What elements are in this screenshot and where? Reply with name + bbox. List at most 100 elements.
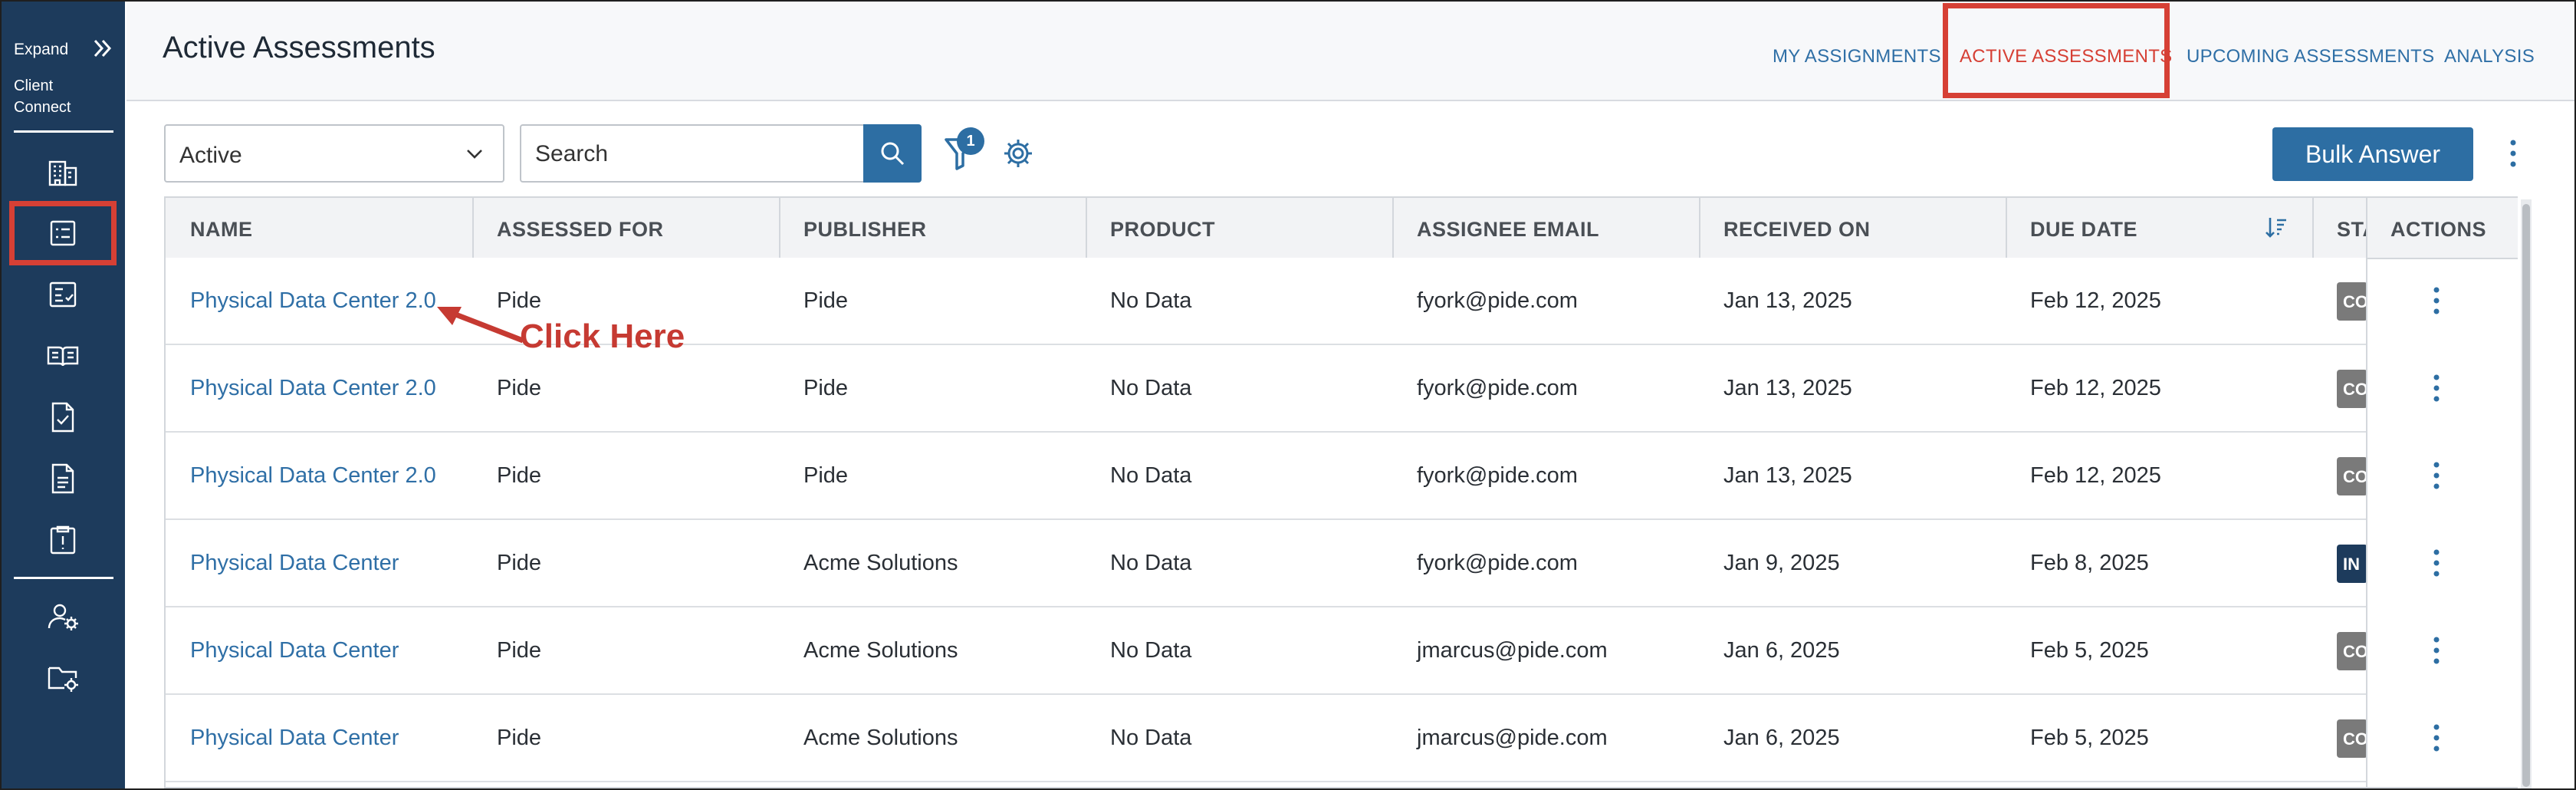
search-field[interactable]: [520, 124, 865, 183]
checklist-icon[interactable]: [40, 272, 86, 318]
book-icon[interactable]: [40, 333, 86, 379]
received-on-cell: Jan 13, 2025: [1723, 288, 1852, 313]
alert-document-icon[interactable]: [40, 517, 86, 563]
status-badge: CO: [2337, 457, 2367, 495]
search-icon: [881, 142, 905, 166]
assessment-name-link[interactable]: Physical Data Center 2.0: [190, 288, 436, 314]
gear-icon[interactable]: [1001, 137, 1035, 170]
received-on-cell: Jan 9, 2025: [1723, 551, 1840, 575]
col-product[interactable]: PRODUCT: [1110, 218, 1215, 242]
assignee-email-cell: fyork@pide.com: [1417, 551, 1578, 575]
due-date-cell: Feb 12, 2025: [2030, 376, 2161, 400]
received-on-cell: Jan 13, 2025: [1723, 463, 1852, 488]
expand-label: Expand: [14, 41, 69, 58]
page-title: Active Assessments: [163, 31, 435, 64]
col-assessed-for[interactable]: ASSESSED FOR: [497, 218, 664, 242]
row-actions-icon[interactable]: [2429, 721, 2444, 755]
vertical-scrollbar[interactable]: [2521, 199, 2532, 788]
publisher-cell: Pide: [803, 288, 849, 313]
scrollbar-thumb[interactable]: [2522, 204, 2530, 787]
search-input[interactable]: [534, 140, 851, 169]
received-on-cell: Jan 6, 2025: [1723, 638, 1840, 663]
assessment-name-link[interactable]: Physical Data Center 2.0: [190, 463, 436, 489]
expand-button[interactable]: Expand: [14, 37, 121, 63]
bulk-answer-button[interactable]: Bulk Answer: [2272, 127, 2473, 181]
status-filter-value: Active: [179, 143, 242, 168]
col-publisher[interactable]: PUBLISHER: [803, 218, 927, 242]
publisher-cell: Acme Solutions: [803, 726, 958, 750]
assessment-list-icon[interactable]: [40, 210, 86, 256]
client-connect-label: Client Connect: [14, 77, 71, 116]
col-received-on[interactable]: RECEIVED ON: [1723, 218, 1871, 242]
assessments-table: NAME ASSESSED FOR PUBLISHER PRODUCT ASSI…: [164, 196, 2518, 788]
due-date-cell: Feb 5, 2025: [2030, 726, 2149, 750]
assignee-email-cell: jmarcus@pide.com: [1417, 638, 1608, 663]
assignee-email-cell: fyork@pide.com: [1417, 288, 1578, 313]
column-divider: [1699, 198, 1700, 258]
assessment-name-link[interactable]: Physical Data Center: [190, 726, 399, 751]
status-badge: CO: [2337, 370, 2367, 408]
sidebar-divider: [14, 130, 113, 133]
assignee-email-cell: jmarcus@pide.com: [1417, 726, 1608, 750]
col-name[interactable]: NAME: [190, 218, 253, 242]
col-assignee-email[interactable]: ASSIGNEE EMAIL: [1417, 218, 1599, 242]
annotation-label: Click Here: [520, 318, 685, 355]
publisher-cell: Acme Solutions: [803, 638, 958, 663]
assessment-name-link[interactable]: Physical Data Center: [190, 638, 399, 663]
more-options-icon[interactable]: [2504, 137, 2522, 170]
search-button[interactable]: [863, 124, 922, 183]
sidebar-divider-2: [14, 577, 113, 579]
publisher-cell: Pide: [803, 376, 849, 400]
table-row[interactable]: Physical Data Center 2.0 Pide Pide No Da…: [166, 433, 2516, 520]
tab-my-assignments[interactable]: MY ASSIGNMENTS: [1773, 46, 1941, 67]
assignee-email-cell: fyork@pide.com: [1417, 463, 1578, 488]
sort-descending-icon[interactable]: [2263, 215, 2289, 241]
status-badge: CO: [2337, 719, 2367, 758]
table-header: NAME ASSESSED FOR PUBLISHER PRODUCT ASSI…: [166, 198, 2516, 259]
tab-upcoming-assessments[interactable]: UPCOMING ASSESSMENTS: [2187, 46, 2434, 67]
filter-count-badge: 1: [957, 127, 984, 155]
assessed-for-cell: Pide: [497, 551, 542, 575]
status-badge: CO: [2337, 282, 2367, 321]
product-cell: No Data: [1110, 551, 1192, 575]
folder-settings-icon[interactable]: [40, 655, 86, 701]
due-date-cell: Feb 12, 2025: [2030, 463, 2161, 488]
col-actions: ACTIONS: [2390, 218, 2486, 241]
due-date-cell: Feb 5, 2025: [2030, 638, 2149, 663]
tab-highlight-box: [1943, 3, 2170, 98]
assessment-name-link[interactable]: Physical Data Center: [190, 551, 399, 576]
double-chevron-right-icon: [94, 39, 112, 58]
user-settings-icon[interactable]: [40, 594, 86, 640]
product-cell: No Data: [1110, 726, 1192, 750]
column-divider: [779, 198, 780, 258]
column-divider: [2312, 198, 2314, 258]
row-actions-icon[interactable]: [2429, 634, 2444, 667]
table-row[interactable]: Physical Data Center Pide Acme Solutions…: [166, 607, 2516, 695]
tab-analysis[interactable]: ANALYSIS: [2444, 46, 2535, 67]
row-actions-icon[interactable]: [2429, 371, 2444, 405]
status-filter-select[interactable]: Active: [164, 124, 504, 183]
table-row[interactable]: Physical Data Center Pide Acme Solutions…: [166, 520, 2516, 607]
publisher-cell: Acme Solutions: [803, 551, 958, 575]
buildings-icon[interactable]: [40, 149, 86, 195]
column-divider: [472, 198, 474, 258]
actions-header: ACTIONS: [2367, 198, 2518, 259]
col-due-date[interactable]: DUE DATE: [2030, 218, 2137, 242]
received-on-cell: Jan 13, 2025: [1723, 376, 1852, 400]
assessment-name-link[interactable]: Physical Data Center 2.0: [190, 376, 436, 401]
column-divider: [1392, 198, 1394, 258]
row-actions-icon[interactable]: [2429, 546, 2444, 580]
assessed-for-cell: Pide: [497, 376, 542, 400]
row-actions-icon[interactable]: [2429, 284, 2444, 318]
table-row[interactable]: Physical Data Center Pide Acme Solutions…: [166, 695, 2516, 782]
chevron-down-icon: [467, 150, 482, 159]
received-on-cell: Jan 6, 2025: [1723, 726, 1840, 750]
assessed-for-cell: Pide: [497, 726, 542, 750]
product-cell: No Data: [1110, 376, 1192, 400]
document-check-icon[interactable]: [40, 394, 86, 440]
document-icon[interactable]: [40, 456, 86, 502]
table-row[interactable]: Physical Data Center 2.0 Pide Pide No Da…: [166, 345, 2516, 433]
row-actions-icon[interactable]: [2429, 459, 2444, 492]
status-badge: IN: [2337, 545, 2367, 583]
product-cell: No Data: [1110, 638, 1192, 663]
